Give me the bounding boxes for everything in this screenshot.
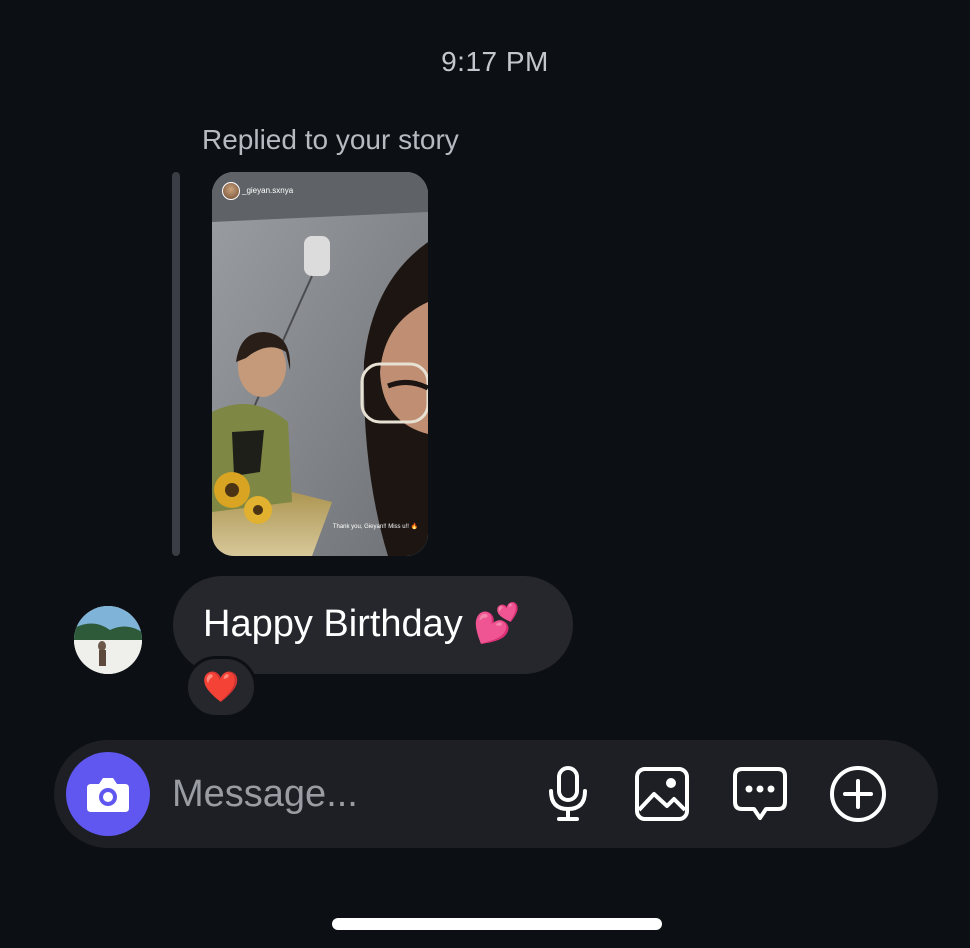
story-reply-label: Replied to your story (202, 124, 459, 155)
add-icon (830, 766, 886, 822)
message-input[interactable] (172, 762, 512, 826)
sender-avatar[interactable] (74, 606, 142, 674)
chat-screen: 9:17 PM Replied to your story _gieyan.sx… (0, 0, 970, 948)
story-author-avatar (222, 182, 240, 200)
story-image (212, 172, 428, 556)
message-composer (54, 740, 938, 848)
message-reaction[interactable]: ❤️ (185, 656, 257, 718)
sticker-button[interactable] (730, 764, 790, 824)
avatar-image (74, 606, 142, 674)
camera-button[interactable] (66, 752, 150, 836)
gallery-button[interactable] (632, 764, 692, 824)
camera-icon (87, 778, 129, 812)
add-button[interactable] (828, 764, 888, 824)
gallery-icon (635, 767, 689, 821)
home-indicator[interactable] (332, 918, 662, 930)
story-preview[interactable]: _gieyan.sxnya Thank you, Gieyan!! Miss u… (212, 172, 428, 556)
message-timestamp: 9:17 PM (441, 46, 549, 77)
microphone-icon (549, 766, 587, 821)
reply-indicator-bar (172, 172, 180, 556)
voice-message-button[interactable] (538, 764, 598, 824)
message-text: Happy Birthday 💕 (203, 603, 521, 645)
story-username: _gieyan.sxnya (242, 186, 294, 195)
sticker-icon (733, 767, 787, 820)
story-caption: Thank you, Gieyan!! Miss u!! 🔥 (332, 524, 418, 530)
